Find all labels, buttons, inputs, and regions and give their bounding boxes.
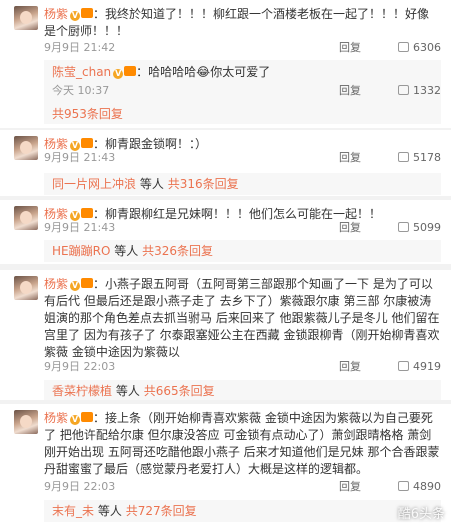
comment-3: 杨紫 V ：柳青跟柳红是兄妹啊！！！他们怎么可能在一起！！ 9月9日 21:43 回… [0, 200, 451, 264]
vip-badge-icon [81, 208, 94, 218]
like-button[interactable]: 5099 [398, 220, 441, 236]
more-replies-link[interactable]: 同一片网上冲浪 等人 共316条回复 [44, 173, 441, 195]
thumbs-up-icon [398, 222, 409, 232]
sub-like-button[interactable]: 1332 [398, 83, 441, 99]
like-button[interactable]: 5178 [398, 150, 441, 166]
comment-text: ：我终於知道了！！！柳红跟一个酒楼老板在一起了！！！好像是个厨师！！！ [44, 7, 430, 38]
avatar[interactable] [14, 136, 38, 160]
avatar[interactable] [14, 6, 38, 30]
like-count: 6306 [413, 41, 441, 54]
like-count: 4919 [413, 360, 441, 373]
avatar[interactable] [14, 410, 38, 434]
comment-time: 9月9日 22:03 [44, 480, 116, 493]
sub-reply-body: 陈莹_chan V ：哈哈哈哈😂你太可爱了 [52, 64, 270, 81]
comment-text: ：柳青跟金锁啊！：） [93, 137, 208, 151]
comment-time: 9月9日 21:43 [44, 221, 116, 234]
verified-badge-icon: V [70, 281, 81, 291]
comment-username[interactable]: 杨紫 [44, 277, 68, 291]
comment-meta: 9月9日 21:43 回复 5099 [44, 220, 441, 236]
reply-button[interactable]: 回复 [339, 220, 361, 236]
more-replies-count: 共727条回复 [125, 504, 197, 518]
comment-text: ：小燕子跟五阿哥（五阿哥第三部跟那个知画了一下 是为了可以有后代 但最后还是跟小… [44, 277, 440, 359]
sub-reply-button[interactable]: 回复 [339, 83, 361, 99]
verified-badge-icon: V [113, 69, 124, 79]
avatar[interactable] [14, 206, 38, 230]
more-replies-count: 共316条回复 [167, 177, 239, 191]
like-button[interactable]: 4890 [398, 479, 441, 495]
comment-username[interactable]: 杨紫 [44, 411, 68, 425]
sub-reply-time: 今天 10:37 [52, 84, 110, 97]
comment-body: 杨紫 V ：小燕子跟五阿哥（五阿哥第三部跟那个知画了一下 是为了可以有后代 但最后还… [44, 276, 441, 361]
more-replies-link[interactable]: 香菜柠檬植 等人 共665条回复 [44, 380, 441, 402]
like-button[interactable]: 6306 [398, 40, 441, 56]
more-replies-user[interactable]: HE蹦蹦RO [52, 244, 110, 258]
comment-meta: 9月9日 21:42 回复 6306 [44, 40, 441, 56]
like-count: 5178 [413, 151, 441, 164]
comment-4: 杨紫 V ：小燕子跟五阿哥（五阿哥第三部跟那个知画了一下 是为了可以有后代 但最后还… [0, 270, 451, 402]
comment-username[interactable]: 杨紫 [44, 137, 68, 151]
sub-reply-username[interactable]: 陈莹_chan [52, 65, 111, 79]
vip-badge-icon [81, 138, 94, 148]
like-button[interactable]: 4919 [398, 359, 441, 375]
sub-like-count: 1332 [413, 84, 441, 97]
comment-text: ：接上条（刚开始柳青喜欢紫薇 金锁中途因为紫薇以为自己要死了 把他许配给尔康 但… [44, 411, 440, 476]
more-replies-count: 共326条回复 [142, 244, 213, 258]
more-replies-user[interactable]: 香菜柠檬植 [52, 384, 112, 398]
avatar[interactable] [14, 276, 38, 300]
reply-button[interactable]: 回复 [339, 479, 361, 495]
comment-meta: 9月9日 22:03 回复 4919 [44, 359, 441, 375]
vip-badge-icon [81, 278, 94, 288]
vip-badge-icon [81, 412, 94, 422]
thumbs-up-icon [398, 85, 409, 95]
comment-username[interactable]: 杨紫 [44, 207, 68, 221]
comment-meta: 9月9日 22:03 回复 4890 [44, 479, 441, 495]
more-replies-link[interactable]: HE蹦蹦RO 等人 共326条回复 [44, 240, 441, 262]
like-count: 5099 [413, 221, 441, 234]
comment-time: 9月9日 21:43 [44, 151, 116, 164]
sub-reply-meta: 今天 10:37 回复 1332 [52, 83, 441, 99]
like-count: 4890 [413, 480, 441, 493]
thumbs-up-icon [398, 152, 409, 162]
comment-time: 9月9日 22:03 [44, 360, 116, 373]
more-replies-user[interactable]: 同一片网上冲浪 [52, 177, 136, 191]
comment-1: 杨紫 V ：我终於知道了！！！柳红跟一个酒楼老板在一起了！！！好像是个厨师！！！ 9… [0, 0, 451, 128]
watermark: 酷6头条 [397, 507, 445, 522]
more-replies-mid: 等人 [139, 177, 164, 191]
vip-badge-icon [81, 8, 94, 18]
comment-body: 杨紫 V ：接上条（刚开始柳青喜欢紫薇 金锁中途因为紫薇以为自己要死了 把他许配给尔… [44, 410, 441, 478]
thumbs-up-icon [398, 481, 409, 491]
comment-5: 杨紫 V ：接上条（刚开始柳青喜欢紫薇 金锁中途因为紫薇以为自己要死了 把他许配给尔… [0, 404, 451, 524]
comment-2: 杨紫 V ：柳青跟金锁啊！：） 9月9日 21:43 回复 5178 同一片网上冲浪… [0, 130, 451, 198]
comment-meta: 9月9日 21:43 回复 5178 [44, 150, 441, 166]
more-replies-mid: 等人 [114, 244, 139, 258]
reply-button[interactable]: 回复 [339, 359, 361, 375]
more-replies-link[interactable]: 末有_未 等人 共727条回复 [44, 500, 441, 522]
sub-reply-text: ：哈哈哈哈😂你太可爱了 [136, 65, 271, 79]
comment-body: 杨紫 V ：我终於知道了！！！柳红跟一个酒楼老板在一起了！！！好像是个厨师！！！ [44, 6, 441, 40]
reply-button[interactable]: 回复 [339, 150, 361, 166]
verified-badge-icon: V [70, 11, 81, 21]
sub-reply: 陈莹_chan V ：哈哈哈哈😂你太可爱了 今天 10:37 回复 1332 [44, 60, 441, 104]
more-replies-mid: 等人 [97, 504, 122, 518]
more-replies-count: 共953条回复 [52, 107, 123, 121]
thumbs-up-icon [398, 361, 409, 371]
vip-badge-icon [124, 66, 137, 76]
more-replies-count: 共665条回复 [143, 384, 215, 398]
more-replies-mid: 等人 [115, 384, 140, 398]
comment-time: 9月9日 21:42 [44, 41, 116, 54]
thumbs-up-icon [398, 42, 409, 52]
verified-badge-icon: V [70, 415, 81, 425]
reply-button[interactable]: 回复 [339, 40, 361, 56]
comment-text: ：柳青跟柳红是兄妹啊！！！他们怎么可能在一起！！ [93, 207, 382, 221]
more-replies-user[interactable]: 末有_未 [52, 504, 94, 518]
more-replies-link[interactable]: 共953条回复 [44, 104, 441, 124]
comment-username[interactable]: 杨紫 [44, 7, 68, 21]
